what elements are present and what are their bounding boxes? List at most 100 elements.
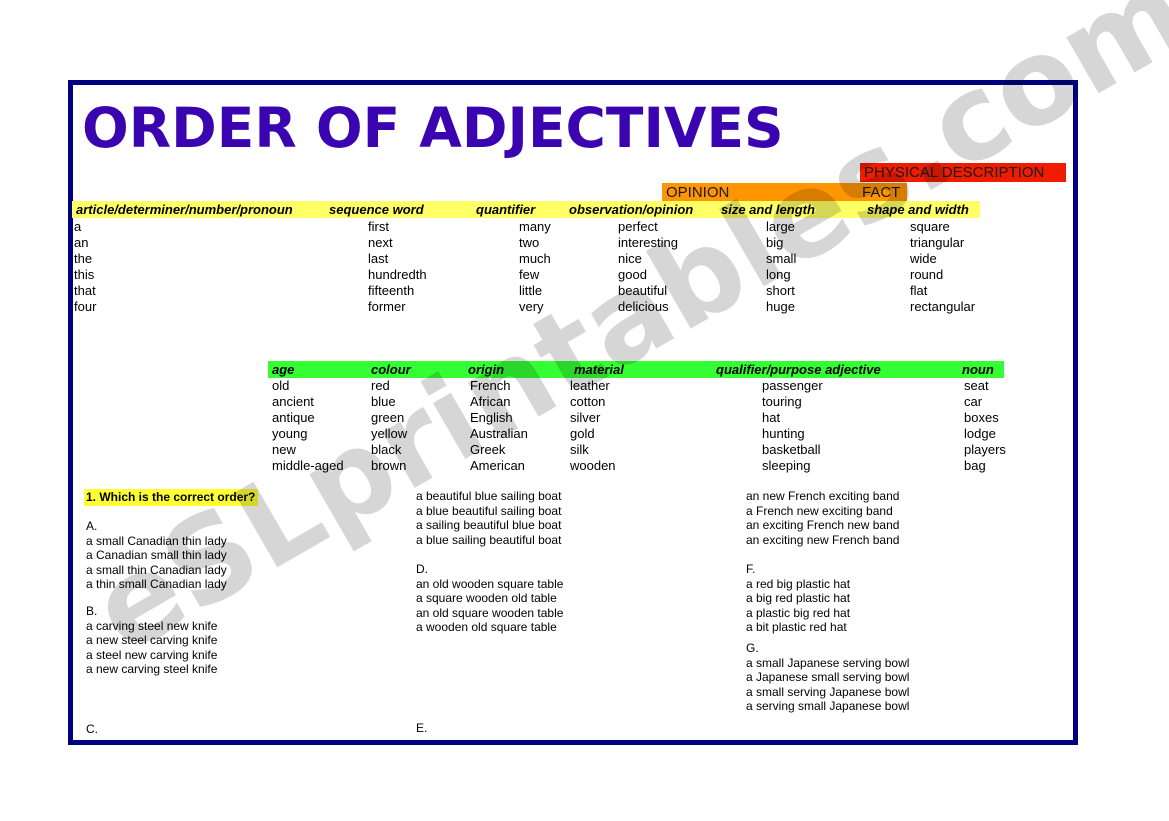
word-cell: young [272, 426, 308, 441]
worksheet-content: ORDER OF ADJECTIVES PHYSICAL DESCRIPTION… [0, 0, 1169, 821]
word-cell: ancient [272, 394, 314, 409]
table-one-column-quantifier: many two much few little very [519, 219, 551, 315]
word-cell: basketball [762, 442, 821, 457]
exercise-option[interactable]: an new French exciting band [746, 489, 899, 504]
table-two-header-origin: origin [468, 362, 505, 377]
exercise-option[interactable]: an old square wooden table [416, 606, 563, 621]
word-cell: round [910, 267, 944, 282]
exercise-option[interactable]: an exciting new French band [746, 533, 899, 548]
exercise-option[interactable]: a square wooden old table [416, 591, 563, 606]
exercise-option[interactable]: a sailing beautiful blue boat [416, 518, 561, 533]
exercise-option[interactable]: a steel new carving knife [86, 648, 217, 663]
exercise-letter: A. [86, 519, 98, 533]
page-title: ORDER OF ADJECTIVES [82, 96, 784, 160]
table-one-column-shape: square triangular wide round flat rectan… [910, 219, 975, 315]
exercise-option[interactable]: a Canadian small thin lady [86, 548, 227, 563]
exercise-block-d: D. an old wooden square table a square w… [416, 562, 563, 635]
word-cell: African [470, 394, 511, 409]
exercise-option[interactable]: a bit plastic red hat [746, 620, 850, 635]
word-cell: middle-aged [272, 458, 344, 473]
word-cell: many [519, 219, 551, 234]
exercise-option[interactable]: a blue sailing beautiful boat [416, 533, 561, 548]
exercise-option[interactable]: a carving steel new knife [86, 619, 217, 634]
word-cell: lodge [964, 426, 996, 441]
word-cell: leather [570, 378, 610, 393]
exercise-option[interactable]: a new steel carving knife [86, 633, 217, 648]
word-cell: Greek [470, 442, 506, 457]
exercise-block-b: B. a carving steel new knife a new steel… [86, 604, 217, 677]
word-cell: yellow [371, 426, 408, 441]
word-cell: the [74, 251, 93, 266]
exercise-option[interactable]: a beautiful blue sailing boat [416, 489, 561, 504]
banner-fact-label: FACT [862, 184, 901, 201]
word-cell: long [766, 267, 791, 282]
word-cell: next [368, 235, 393, 250]
word-cell: American [470, 458, 525, 473]
exercise-option[interactable]: a red big plastic hat [746, 577, 850, 592]
exercise-option[interactable]: a small Japanese serving bowl [746, 656, 909, 671]
word-cell: triangular [910, 235, 965, 250]
banner-physical-description: PHYSICAL DESCRIPTION [860, 163, 1066, 182]
exercise-option[interactable]: a Japanese small serving bowl [746, 670, 909, 685]
word-cell: beautiful [618, 283, 668, 298]
table-two-header-age: age [272, 362, 295, 377]
exercise-option[interactable]: a plastic big red hat [746, 606, 850, 621]
exercise-option[interactable]: a small Canadian thin lady [86, 534, 227, 549]
word-cell: few [519, 267, 540, 282]
exercise-option[interactable]: a small thin Canadian lady [86, 563, 227, 578]
word-cell: little [519, 283, 543, 298]
word-cell: touring [762, 394, 802, 409]
word-cell: sleeping [762, 458, 811, 473]
table-two-column-qualifier: passenger touring hat hunting basketball… [762, 378, 823, 474]
table-two-header-noun: noun [962, 362, 994, 377]
word-cell: fifteenth [368, 283, 415, 298]
word-cell: an [74, 235, 89, 250]
exercise-option[interactable]: a wooden old square table [416, 620, 563, 635]
table-two-header-row: age colour origin material qualifier/pur… [268, 361, 1004, 378]
word-cell: very [519, 299, 544, 314]
word-cell: nice [618, 251, 642, 266]
word-cell: passenger [762, 378, 823, 393]
word-cell: French [470, 378, 511, 393]
word-cell: new [272, 442, 296, 457]
word-cell: this [74, 267, 95, 282]
table-two-column-origin: French African English Australian Greek … [470, 378, 528, 474]
exercise-option[interactable]: a French new exciting band [746, 504, 899, 519]
word-cell: green [371, 410, 405, 425]
exercise-option[interactable]: a serving small Japanese bowl [746, 699, 909, 714]
exercise-option[interactable]: an exciting French new band [746, 518, 899, 533]
word-cell: big [766, 235, 784, 250]
word-cell: boxes [964, 410, 999, 425]
exercise-question: 1. Which is the correct order? [84, 489, 259, 506]
word-cell: wooden [570, 458, 616, 473]
exercise-option[interactable]: a big red plastic hat [746, 591, 850, 606]
table-one-header-quantifier: quantifier [476, 202, 536, 217]
exercise-option[interactable]: a new carving steel knife [86, 662, 217, 677]
exercise-letter: B. [86, 604, 98, 618]
word-cell: bag [964, 458, 986, 473]
table-one-header-shape: shape and width [867, 202, 969, 217]
word-cell: antique [272, 410, 315, 425]
table-one-header-observation: observation/opinion [569, 202, 694, 217]
word-cell: red [371, 378, 390, 393]
table-two-column-material: leather cotton silver gold silk wooden [570, 378, 616, 474]
exercise-option[interactable]: a thin small Canadian lady [86, 577, 227, 592]
table-two-header-material: material [574, 362, 624, 377]
exercise-option[interactable]: a small serving Japanese bowl [746, 685, 909, 700]
table-two-column-colour: red blue green yellow black brown [371, 378, 407, 474]
word-cell: last [368, 251, 389, 266]
word-cell: large [766, 219, 795, 234]
table-two-column-age: old ancient antique young new middle-age… [272, 378, 344, 474]
exercise-option[interactable]: an old wooden square table [416, 577, 563, 592]
table-one-header-sequence: sequence word [329, 202, 424, 217]
banner-opinion-fact: OPINION FACT [662, 183, 907, 202]
word-cell: former [368, 299, 406, 314]
word-cell: Australian [470, 426, 528, 441]
word-cell: good [618, 267, 647, 282]
word-cell: cotton [570, 394, 606, 409]
word-cell: brown [371, 458, 407, 473]
word-cell: players [964, 442, 1006, 457]
word-cell: English [470, 410, 513, 425]
exercise-option[interactable]: a blue beautiful sailing boat [416, 504, 561, 519]
word-cell: blue [371, 394, 396, 409]
